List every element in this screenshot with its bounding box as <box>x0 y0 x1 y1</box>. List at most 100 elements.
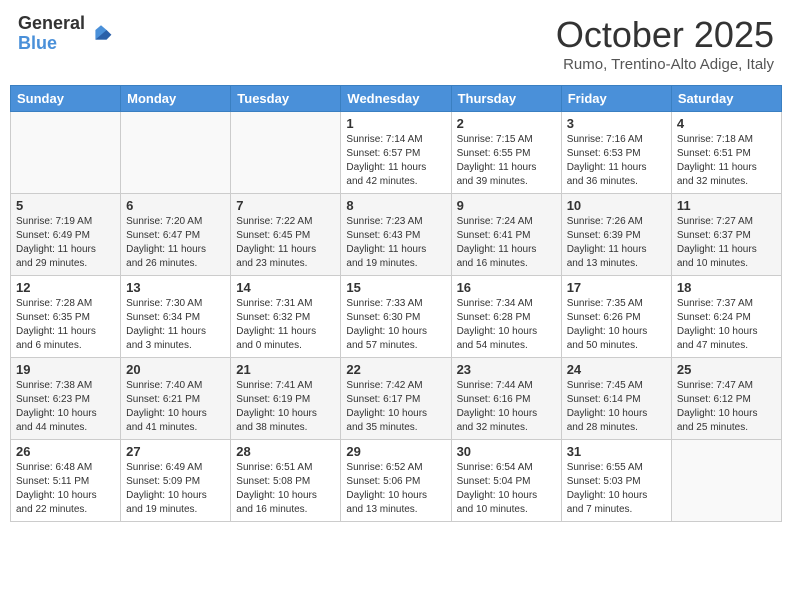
day-info: Sunrise: 7:20 AM Sunset: 6:47 PM Dayligh… <box>126 215 225 271</box>
day-info: Sunrise: 7:38 AM Sunset: 6:23 PM Dayligh… <box>16 379 115 435</box>
day-number: 6 <box>126 198 225 213</box>
calendar-cell-20: 20 Sunrise: 7:40 AM Sunset: 6:21 PM Dayli… <box>121 358 231 440</box>
day-number: 31 <box>567 444 666 459</box>
day-number: 4 <box>677 116 776 131</box>
day-number: 18 <box>677 280 776 295</box>
location-subtitle: Rumo, Trentino-Alto Adige, Italy <box>556 56 774 73</box>
weekday-header-tuesday: Tuesday <box>231 86 341 112</box>
day-info: Sunrise: 6:51 AM Sunset: 5:08 PM Dayligh… <box>236 461 335 517</box>
calendar-cell-19: 19 Sunrise: 7:38 AM Sunset: 6:23 PM Dayli… <box>11 358 121 440</box>
day-number: 7 <box>236 198 335 213</box>
calendar-cell-8: 8 Sunrise: 7:23 AM Sunset: 6:43 PM Daylig… <box>341 194 451 276</box>
weekday-header-monday: Monday <box>121 86 231 112</box>
logo: General Blue <box>18 14 113 54</box>
day-number: 23 <box>457 362 556 377</box>
logo-icon <box>89 22 113 46</box>
day-info: Sunrise: 7:35 AM Sunset: 6:26 PM Dayligh… <box>567 297 666 353</box>
day-number: 22 <box>346 362 445 377</box>
day-info: Sunrise: 6:49 AM Sunset: 5:09 PM Dayligh… <box>126 461 225 517</box>
calendar-cell-empty <box>671 440 781 522</box>
day-info: Sunrise: 7:37 AM Sunset: 6:24 PM Dayligh… <box>677 297 776 353</box>
day-number: 11 <box>677 198 776 213</box>
day-number: 25 <box>677 362 776 377</box>
calendar-cell-14: 14Sunrise: 7:31 AM Sunset: 6:32 PM Dayli… <box>231 276 341 358</box>
calendar-cell-27: 27 Sunrise: 6:49 AM Sunset: 5:09 PM Dayli… <box>121 440 231 522</box>
calendar-cell-26: 26 Sunrise: 6:48 AM Sunset: 5:11 PM Dayli… <box>11 440 121 522</box>
day-info: Sunrise: 7:31 AM Sunset: 6:32 PM Dayligh… <box>236 297 335 353</box>
day-info: Sunrise: 7:47 AM Sunset: 6:12 PM Dayligh… <box>677 379 776 435</box>
weekday-header-thursday: Thursday <box>451 86 561 112</box>
calendar-cell-12: 12 Sunrise: 7:28 AM Sunset: 6:35 PM Dayli… <box>11 276 121 358</box>
day-info: Sunrise: 6:48 AM Sunset: 5:11 PM Dayligh… <box>16 461 115 517</box>
day-number: 26 <box>16 444 115 459</box>
day-info: Sunrise: 7:28 AM Sunset: 6:35 PM Dayligh… <box>16 297 115 353</box>
day-number: 27 <box>126 444 225 459</box>
day-number: 2 <box>457 116 556 131</box>
day-number: 15 <box>346 280 445 295</box>
calendar-cell-31: 31Sunrise: 6:55 AM Sunset: 5:03 PM Dayli… <box>561 440 671 522</box>
calendar-cell-5: 5 Sunrise: 7:19 AM Sunset: 6:49 PM Daylig… <box>11 194 121 276</box>
calendar-cell-1: 1Sunrise: 7:14 AM Sunset: 6:57 PM Daylig… <box>341 112 451 194</box>
calendar-cell-10: 10 Sunrise: 7:26 AM Sunset: 6:39 PM Dayli… <box>561 194 671 276</box>
day-info: Sunrise: 7:34 AM Sunset: 6:28 PM Dayligh… <box>457 297 556 353</box>
calendar-cell-11: 11Sunrise: 7:27 AM Sunset: 6:37 PM Dayli… <box>671 194 781 276</box>
day-info: Sunrise: 7:16 AM Sunset: 6:53 PM Dayligh… <box>567 133 666 189</box>
day-number: 30 <box>457 444 556 459</box>
day-info: Sunrise: 7:45 AM Sunset: 6:14 PM Dayligh… <box>567 379 666 435</box>
day-info: Sunrise: 7:41 AM Sunset: 6:19 PM Dayligh… <box>236 379 335 435</box>
day-number: 10 <box>567 198 666 213</box>
calendar-cell-25: 25 Sunrise: 7:47 AM Sunset: 6:12 PM Dayli… <box>671 358 781 440</box>
calendar-cell-empty <box>121 112 231 194</box>
weekday-header-sunday: Sunday <box>11 86 121 112</box>
calendar-cell-13: 13 Sunrise: 7:30 AM Sunset: 6:34 PM Dayli… <box>121 276 231 358</box>
day-info: Sunrise: 6:54 AM Sunset: 5:04 PM Dayligh… <box>457 461 556 517</box>
calendar-cell-30: 30 Sunrise: 6:54 AM Sunset: 5:04 PM Dayli… <box>451 440 561 522</box>
calendar-cell-28: 28 Sunrise: 6:51 AM Sunset: 5:08 PM Dayli… <box>231 440 341 522</box>
month-title: October 2025 <box>556 14 774 56</box>
day-number: 3 <box>567 116 666 131</box>
calendar-cell-17: 17 Sunrise: 7:35 AM Sunset: 6:26 PM Dayli… <box>561 276 671 358</box>
day-info: Sunrise: 7:30 AM Sunset: 6:34 PM Dayligh… <box>126 297 225 353</box>
weekday-header-saturday: Saturday <box>671 86 781 112</box>
calendar-cell-23: 23Sunrise: 7:44 AM Sunset: 6:16 PM Dayli… <box>451 358 561 440</box>
page-header: General Blue October 2025 Rumo, Trentino… <box>10 10 782 77</box>
day-info: Sunrise: 7:19 AM Sunset: 6:49 PM Dayligh… <box>16 215 115 271</box>
day-number: 19 <box>16 362 115 377</box>
calendar-cell-2: 2 Sunrise: 7:15 AM Sunset: 6:55 PM Daylig… <box>451 112 561 194</box>
calendar-cell-15: 15 Sunrise: 7:33 AM Sunset: 6:30 PM Dayli… <box>341 276 451 358</box>
calendar-cell-16: 16 Sunrise: 7:34 AM Sunset: 6:28 PM Dayli… <box>451 276 561 358</box>
day-number: 8 <box>346 198 445 213</box>
day-info: Sunrise: 7:18 AM Sunset: 6:51 PM Dayligh… <box>677 133 776 189</box>
day-number: 21 <box>236 362 335 377</box>
day-info: Sunrise: 7:23 AM Sunset: 6:43 PM Dayligh… <box>346 215 445 271</box>
day-number: 9 <box>457 198 556 213</box>
day-number: 29 <box>346 444 445 459</box>
day-number: 28 <box>236 444 335 459</box>
weekday-header-wednesday: Wednesday <box>341 86 451 112</box>
day-info: Sunrise: 7:15 AM Sunset: 6:55 PM Dayligh… <box>457 133 556 189</box>
day-number: 16 <box>457 280 556 295</box>
day-info: Sunrise: 7:22 AM Sunset: 6:45 PM Dayligh… <box>236 215 335 271</box>
logo-blue: Blue <box>18 34 85 54</box>
day-info: Sunrise: 7:40 AM Sunset: 6:21 PM Dayligh… <box>126 379 225 435</box>
day-number: 5 <box>16 198 115 213</box>
calendar-cell-3: 3 Sunrise: 7:16 AM Sunset: 6:53 PM Daylig… <box>561 112 671 194</box>
calendar-cell-9: 9 Sunrise: 7:24 AM Sunset: 6:41 PM Daylig… <box>451 194 561 276</box>
calendar-cell-empty <box>231 112 341 194</box>
calendar-cell-29: 29Sunrise: 6:52 AM Sunset: 5:06 PM Dayli… <box>341 440 451 522</box>
day-info: Sunrise: 7:42 AM Sunset: 6:17 PM Dayligh… <box>346 379 445 435</box>
day-info: Sunrise: 7:24 AM Sunset: 6:41 PM Dayligh… <box>457 215 556 271</box>
day-number: 17 <box>567 280 666 295</box>
day-number: 20 <box>126 362 225 377</box>
day-info: Sunrise: 7:26 AM Sunset: 6:39 PM Dayligh… <box>567 215 666 271</box>
calendar-cell-4: 4 Sunrise: 7:18 AM Sunset: 6:51 PM Daylig… <box>671 112 781 194</box>
calendar-cell-18: 18 Sunrise: 7:37 AM Sunset: 6:24 PM Dayli… <box>671 276 781 358</box>
day-number: 12 <box>16 280 115 295</box>
calendar-cell-7: 7 Sunrise: 7:22 AM Sunset: 6:45 PM Daylig… <box>231 194 341 276</box>
calendar-table: SundayMondayTuesdayWednesdayThursdayFrid… <box>10 85 782 522</box>
day-number: 13 <box>126 280 225 295</box>
calendar-cell-6: 6 Sunrise: 7:20 AM Sunset: 6:47 PM Daylig… <box>121 194 231 276</box>
calendar-cell-24: 24Sunrise: 7:45 AM Sunset: 6:14 PM Dayli… <box>561 358 671 440</box>
day-info: Sunrise: 7:33 AM Sunset: 6:30 PM Dayligh… <box>346 297 445 353</box>
weekday-header-friday: Friday <box>561 86 671 112</box>
